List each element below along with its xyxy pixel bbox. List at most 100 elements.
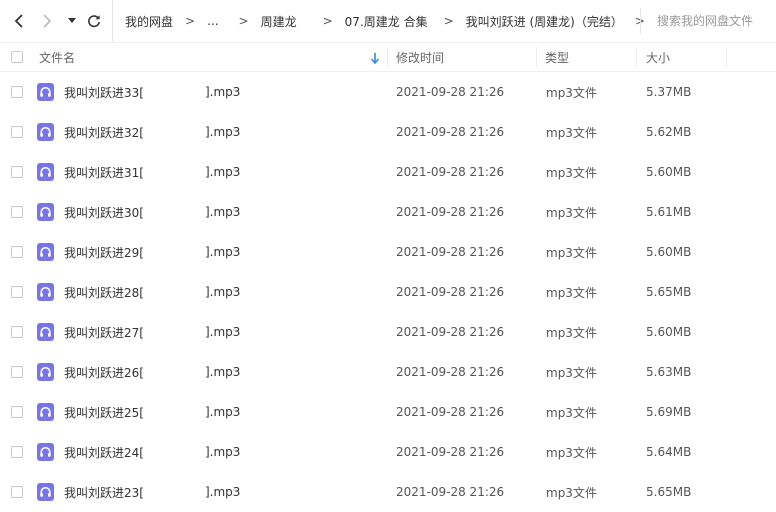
breadcrumb-separator: > xyxy=(322,14,333,28)
breadcrumb-my-drive[interactable]: 我的网盘 xyxy=(125,13,173,30)
row-checkbox[interactable] xyxy=(11,126,23,138)
row-checkbox[interactable] xyxy=(11,326,23,338)
column-header-filename[interactable]: 文件名 xyxy=(39,43,75,71)
file-name-suffix[interactable]: ].mp3 xyxy=(205,312,240,352)
file-name-prefix[interactable]: 我叫刘跃进23[ xyxy=(64,472,144,512)
modified-time: 2021-09-28 21:26 xyxy=(396,245,505,259)
breadcrumb: 我的网盘 > ... > 周建龙 > 07.周建龙 合集 > 我叫刘跃进 (周建… xyxy=(112,0,657,42)
column-header-modified[interactable]: 修改时间 xyxy=(396,43,444,71)
column-divider[interactable] xyxy=(536,47,537,67)
modified-time: 2021-09-28 21:26 xyxy=(396,365,505,379)
file-size: 5.69MB xyxy=(646,405,692,419)
file-name-prefix[interactable]: 我叫刘跃进25[ xyxy=(64,392,144,432)
file-type: mp3文件 xyxy=(546,285,597,300)
row-checkbox[interactable] xyxy=(11,446,23,458)
audio-file-icon xyxy=(37,443,54,461)
row-checkbox[interactable] xyxy=(11,86,23,98)
modified-time: 2021-09-28 21:26 xyxy=(396,405,505,419)
row-checkbox[interactable] xyxy=(11,166,23,178)
file-name-suffix[interactable]: ].mp3 xyxy=(205,392,240,432)
column-divider[interactable] xyxy=(387,47,388,67)
file-row[interactable]: 我叫刘跃进33[ ].mp3 2021-09-28 21:26 mp3文件 5.37MB xyxy=(0,72,776,112)
file-name-prefix[interactable]: 我叫刘跃进26[ xyxy=(64,352,144,392)
file-name-suffix[interactable]: ].mp3 xyxy=(205,432,240,472)
audio-file-icon xyxy=(37,283,54,301)
file-name-prefix[interactable]: 我叫刘跃进27[ xyxy=(64,312,144,352)
back-button[interactable] xyxy=(8,8,30,34)
breadcrumb-current-folder[interactable]: 我叫刘跃进 (周建龙)（完结） xyxy=(466,13,623,30)
caret-down-icon xyxy=(68,18,76,23)
audio-file-icon xyxy=(37,123,54,141)
row-checkbox[interactable] xyxy=(11,406,23,418)
file-size: 5.61MB xyxy=(646,205,692,219)
file-size: 5.65MB xyxy=(646,285,692,299)
column-header-size[interactable]: 大小 xyxy=(646,43,670,71)
file-name-suffix[interactable]: ].mp3 xyxy=(205,72,240,112)
file-row[interactable]: 我叫刘跃进31[].mp3 2021-09-28 21:26 mp3文件 5.60MB xyxy=(0,152,776,192)
file-name-prefix[interactable]: 我叫刘跃进24[ xyxy=(64,432,144,472)
file-name-suffix[interactable]: ].mp3 xyxy=(205,112,240,152)
file-name-suffix[interactable]: ].mp3 xyxy=(205,232,240,272)
refresh-button[interactable] xyxy=(84,8,104,34)
file-type: mp3文件 xyxy=(546,165,597,180)
file-name-prefix[interactable]: 我叫刘跃进29[ xyxy=(64,232,144,272)
breadcrumb-ellipsis[interactable]: ... xyxy=(207,14,218,28)
file-name-prefix[interactable]: 我叫刘跃进31[ xyxy=(64,152,144,192)
file-row[interactable]: 我叫刘跃进26[].mp3 2021-09-28 21:26 mp3文件 5.63MB xyxy=(0,352,776,392)
audio-file-icon xyxy=(37,363,54,381)
row-checkbox[interactable] xyxy=(11,486,23,498)
file-size: 5.60MB xyxy=(646,245,692,259)
file-type: mp3文件 xyxy=(546,365,597,380)
file-size: 5.37MB xyxy=(646,85,692,99)
breadcrumb-collection[interactable]: 07.周建龙 合集 xyxy=(345,13,428,30)
row-checkbox[interactable] xyxy=(11,286,23,298)
file-name-suffix[interactable]: ].mp3 xyxy=(205,352,240,392)
search-box xyxy=(640,8,776,34)
file-row[interactable]: 我叫刘跃进32[].mp3 2021-09-28 21:26 mp3文件 5.62MB xyxy=(0,112,776,152)
file-name-suffix[interactable]: ].mp3 xyxy=(205,472,240,512)
file-row[interactable]: 我叫刘跃进27[].mp3 2021-09-28 21:26 mp3文件 5.60MB xyxy=(0,312,776,352)
column-divider[interactable] xyxy=(636,47,637,67)
file-row[interactable]: 我叫刘跃进30[ ].mp3 2021-09-28 21:26 mp3文件 5.61MB xyxy=(0,192,776,232)
file-name-suffix[interactable]: ].mp3 xyxy=(205,152,240,192)
audio-file-icon xyxy=(37,323,54,341)
modified-time: 2021-09-28 21:26 xyxy=(396,485,505,499)
breadcrumb-zhou-jianlong[interactable]: 周建龙 xyxy=(261,13,297,30)
file-name-suffix[interactable]: ].mp3 xyxy=(205,272,240,312)
sort-down-arrow-icon[interactable] xyxy=(370,52,380,67)
audio-file-icon xyxy=(37,403,54,421)
forward-button[interactable] xyxy=(36,8,58,34)
modified-time: 2021-09-28 21:26 xyxy=(396,285,505,299)
file-size: 5.65MB xyxy=(646,485,692,499)
refresh-icon xyxy=(88,15,100,28)
column-divider[interactable] xyxy=(726,47,727,67)
file-name-prefix[interactable]: 我叫刘跃进28[ xyxy=(64,272,144,312)
breadcrumb-separator: > xyxy=(443,14,454,28)
file-row[interactable]: 我叫刘跃进25[ ].mp3 2021-09-28 21:26 mp3文件 5.69MB xyxy=(0,392,776,432)
file-type: mp3文件 xyxy=(546,85,597,100)
breadcrumb-separator: > xyxy=(238,14,249,28)
history-dropdown-button[interactable] xyxy=(64,8,80,34)
table-header: 文件名 修改时间 类型 大小 xyxy=(0,42,776,72)
row-checkbox[interactable] xyxy=(11,206,23,218)
file-row[interactable]: 我叫刘跃进29[].mp3 2021-09-28 21:26 mp3文件 5.60MB xyxy=(0,232,776,272)
row-checkbox[interactable] xyxy=(11,246,23,258)
select-all-checkbox[interactable] xyxy=(11,51,23,63)
chevron-right-icon xyxy=(43,14,52,28)
modified-time: 2021-09-28 21:26 xyxy=(396,85,505,99)
file-row[interactable]: 我叫刘跃进28[ ].mp3 2021-09-28 21:26 mp3文件 5.65MB xyxy=(0,272,776,312)
file-type: mp3文件 xyxy=(546,405,597,420)
file-size: 5.62MB xyxy=(646,125,692,139)
modified-time: 2021-09-28 21:26 xyxy=(396,205,505,219)
column-header-type[interactable]: 类型 xyxy=(545,43,569,71)
file-row[interactable]: 我叫刘跃进23[].mp3 2021-09-28 21:26 mp3文件 5.65MB xyxy=(0,472,776,512)
file-name-suffix[interactable]: ].mp3 xyxy=(205,192,240,232)
file-name-prefix[interactable]: 我叫刘跃进33[ xyxy=(64,72,144,112)
file-name-prefix[interactable]: 我叫刘跃进32[ xyxy=(64,112,144,152)
file-name-prefix[interactable]: 我叫刘跃进30[ xyxy=(64,192,144,232)
file-row[interactable]: 我叫刘跃进24[].mp3 2021-09-28 21:26 mp3文件 5.64MB xyxy=(0,432,776,472)
file-type: mp3文件 xyxy=(546,205,597,220)
search-input[interactable] xyxy=(657,14,775,28)
chevron-left-icon xyxy=(14,14,23,28)
row-checkbox[interactable] xyxy=(11,366,23,378)
